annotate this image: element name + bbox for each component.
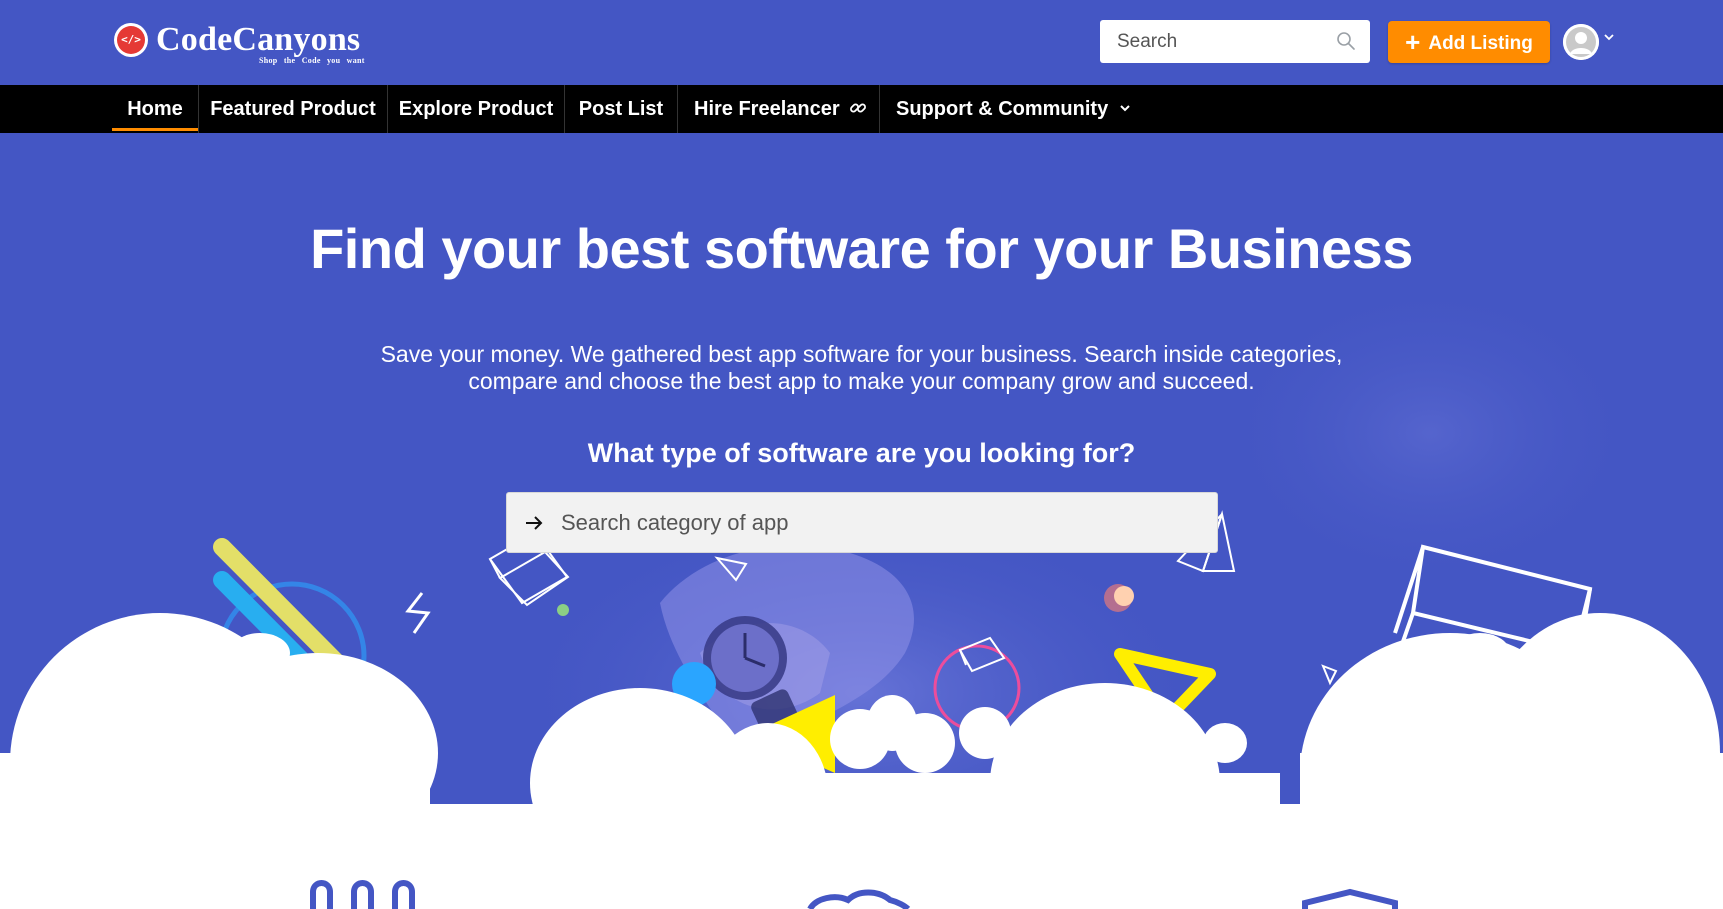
nav-support-community-label: Support & Community <box>896 98 1109 120</box>
code-icon: </> <box>117 26 145 54</box>
cloud-icon <box>807 889 911 909</box>
main-nav: Home Featured Product Explore Product Po… <box>0 85 1723 133</box>
top-header: </> CodeCanyons Shop the Code you want +… <box>0 0 1723 85</box>
add-listing-button[interactable]: + Add Listing <box>1388 21 1550 63</box>
search-icon[interactable] <box>1336 31 1356 51</box>
header-search-input[interactable] <box>1100 20 1337 63</box>
nav-hire-freelancer[interactable]: Hire Freelancer <box>678 85 879 133</box>
shield-icon <box>1302 888 1398 909</box>
link-icon <box>850 103 867 113</box>
nav-featured-product[interactable]: Featured Product <box>199 85 387 133</box>
site-logo[interactable]: </> CodeCanyons Shop the Code you want <box>114 20 394 68</box>
arrow-right-icon <box>526 516 543 530</box>
add-listing-label: Add Listing <box>1428 33 1533 54</box>
logo-text: CodeCanyons <box>156 21 361 58</box>
nav-explore-product[interactable]: Explore Product <box>388 85 564 133</box>
hero-subtitle-line1: Save your money. We gathered best app so… <box>380 341 1343 367</box>
nav-active-indicator <box>112 128 198 131</box>
user-avatar[interactable] <box>1563 24 1599 60</box>
nav-hire-freelancer-label: Hire Freelancer <box>694 98 840 120</box>
category-search-box <box>506 492 1218 553</box>
chevron-down-icon[interactable] <box>1602 30 1616 44</box>
feature-icons-row <box>310 880 1398 909</box>
plus-icon: + <box>1405 27 1421 57</box>
team-icon <box>310 880 415 909</box>
hero-section: Find your best software for your Busines… <box>0 133 1723 804</box>
category-search-input[interactable] <box>561 493 1181 552</box>
hero-subtitle-line2: compare and choose the best app to make … <box>468 368 1255 394</box>
nav-support-community[interactable]: Support & Community <box>880 85 1130 133</box>
hero-title: Find your best software for your Busines… <box>310 217 1413 280</box>
nav-post-list[interactable]: Post List <box>565 85 677 133</box>
user-icon <box>1563 24 1599 60</box>
chevron-down-icon <box>1120 105 1130 112</box>
nav-home[interactable]: Home <box>112 85 198 133</box>
logo-badge: </> <box>114 23 148 57</box>
hero-question: What type of software are you looking fo… <box>587 438 1136 468</box>
logo-tagline: Shop the Code you want <box>259 56 365 65</box>
hero-subtitle: Save your money. We gathered best app so… <box>380 341 1343 395</box>
header-search-box <box>1100 20 1370 63</box>
